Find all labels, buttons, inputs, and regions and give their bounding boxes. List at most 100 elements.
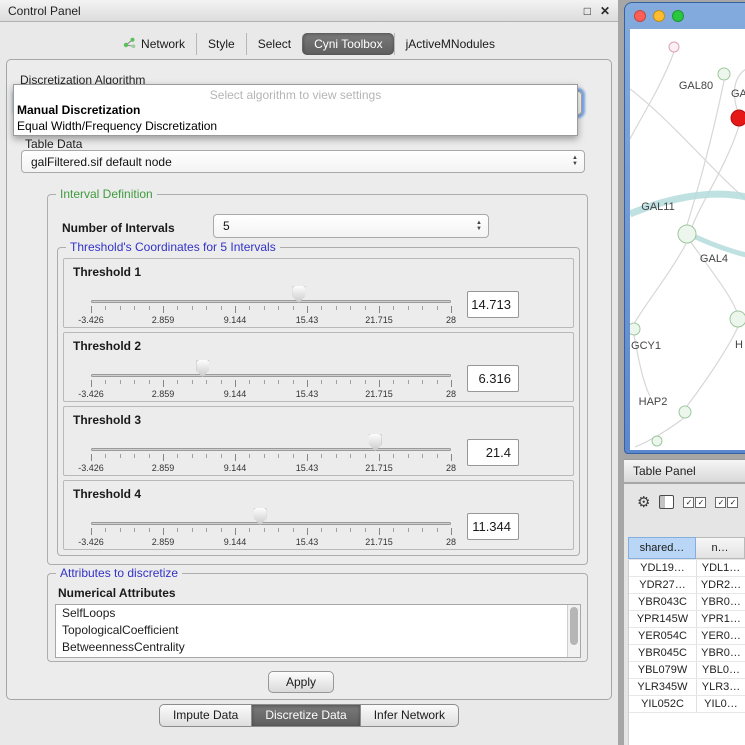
table-header-row: shared… n… — [628, 537, 745, 559]
cell-shared-name[interactable]: YPR145W — [629, 611, 697, 627]
node-label-partial: H — [735, 339, 743, 351]
node-label-gal4: GAL4 — [700, 253, 728, 265]
slider-thumb[interactable] — [292, 286, 305, 303]
top-tab-label: jActiveMNodules — [406, 37, 495, 51]
network-graph[interactable]: GAL80 GAL11 GAL4 GCY1 HAP2 GA H — [630, 29, 745, 450]
table-panel-header: Table Panel — [624, 459, 745, 483]
node-red-selected[interactable] — [731, 110, 745, 126]
column-header-name[interactable]: n… — [696, 537, 745, 559]
threshold-value-field[interactable]: 11.344 — [467, 513, 519, 540]
cell-shared-name[interactable]: YBR043C — [629, 594, 697, 610]
gear-icon[interactable]: ⚙ — [637, 495, 650, 510]
deselect-all-icon[interactable]: ✓ ✓ — [715, 497, 738, 508]
column-header-shared-name[interactable]: shared… — [628, 537, 696, 559]
cell-shared-name[interactable]: YBR045C — [629, 645, 697, 661]
slider-thumb[interactable] — [196, 360, 209, 377]
top-tab[interactable]: Cyni Toolbox — [302, 33, 393, 55]
threshold-value-field[interactable]: 6.316 — [467, 365, 519, 392]
minimize-traffic-light[interactable] — [653, 10, 665, 22]
apply-button[interactable]: Apply — [268, 671, 334, 693]
table-data-combobox[interactable]: galFiltered.sif default node ▲▼ — [21, 150, 585, 173]
attributes-group-title: Attributes to discretize — [56, 566, 182, 580]
minimize-icon[interactable]: □ — [584, 5, 591, 17]
cell-name[interactable]: YBR0… — [697, 645, 745, 661]
slider[interactable] — [91, 434, 451, 452]
table-row[interactable]: YLR345W YLR3… — [629, 679, 745, 696]
node[interactable] — [678, 225, 696, 243]
table-row[interactable]: YBR043C YBR0… — [629, 594, 745, 611]
threshold-panel: Threshold 1 -3.4262.8599.14415.4321.7152… — [63, 258, 574, 328]
cell-name[interactable]: YDR2… — [697, 577, 745, 593]
number-of-intervals-value: 5 — [223, 219, 230, 233]
numerical-attributes-list: SelfLoops TopologicalCoefficient Between… — [55, 604, 581, 658]
slider-thumb[interactable] — [369, 434, 382, 451]
network-window-titlebar[interactable] — [625, 3, 745, 29]
top-tab-label: Network — [141, 37, 185, 51]
algorithm-option[interactable]: Equal Width/Frequency Discretization — [17, 118, 574, 134]
cell-shared-name[interactable]: YDR27… — [629, 577, 697, 593]
table-row[interactable]: YER054C YER0… — [629, 628, 745, 645]
table-row[interactable]: YPR145W YPR1… — [629, 611, 745, 628]
cell-shared-name[interactable]: YIL052C — [629, 696, 697, 712]
algorithm-placeholder-option[interactable]: Select algorithm to view settings — [14, 88, 577, 102]
cell-name[interactable]: YDL1… — [697, 560, 745, 576]
table-row[interactable]: YBL079W YBL0… — [629, 662, 745, 679]
node[interactable] — [730, 311, 745, 327]
cell-shared-name[interactable]: YBL079W — [629, 662, 697, 678]
table-row[interactable]: YBR045C YBR0… — [629, 645, 745, 662]
cell-shared-name[interactable]: YER054C — [629, 628, 697, 644]
zoom-traffic-light[interactable] — [672, 10, 684, 22]
cell-name[interactable]: YPR1… — [697, 611, 745, 627]
number-of-intervals-combobox[interactable]: 5 ▲▼ — [213, 214, 489, 238]
list-scrollbar[interactable] — [567, 605, 580, 657]
attribute-list-item[interactable]: SelfLoops — [56, 605, 580, 622]
select-all-icon[interactable]: ✓ ✓ — [683, 497, 706, 508]
table-row[interactable]: YIL052C YIL0… — [629, 696, 745, 713]
slider-thumb[interactable] — [254, 508, 267, 525]
cell-name[interactable]: YER0… — [697, 628, 745, 644]
top-tab[interactable]: Style — [196, 33, 246, 55]
cell-name[interactable]: YLR3… — [697, 679, 745, 695]
slider[interactable] — [91, 360, 451, 378]
cell-name[interactable]: YBL0… — [697, 662, 745, 678]
cell-shared-name[interactable]: YDL19… — [629, 560, 697, 576]
attribute-list-item[interactable]: TopologicalCoefficient — [56, 622, 580, 639]
node[interactable] — [652, 436, 662, 446]
top-tab[interactable]: jActiveMNodules — [394, 33, 506, 55]
slider[interactable] — [91, 286, 451, 304]
table-row[interactable]: YDR27… YDR2… — [629, 577, 745, 594]
node-labels: GAL80 GAL11 GAL4 GCY1 HAP2 GA H — [631, 80, 745, 408]
node-label-gcy1: GCY1 — [631, 340, 661, 352]
node[interactable] — [718, 68, 730, 80]
bottom-tab[interactable]: Discretize Data — [251, 704, 360, 727]
interval-definition-title: Interval Definition — [56, 187, 157, 201]
slider-scale-labels: -3.4262.8599.14415.4321.71528 — [91, 537, 451, 547]
node[interactable] — [630, 323, 640, 335]
top-tab[interactable]: Network — [112, 33, 196, 56]
cell-name[interactable]: YBR0… — [697, 594, 745, 610]
table-row[interactable]: YDL19… YDL1… — [629, 560, 745, 577]
cell-shared-name[interactable]: YLR345W — [629, 679, 697, 695]
combo-stepper-icon: ▲▼ — [476, 215, 482, 237]
table-rows: YDL19… YDL1… YDR27… YDR2… YBR043C YBR0… … — [628, 560, 745, 745]
algorithm-option[interactable]: Manual Discretization — [17, 102, 574, 118]
node[interactable] — [679, 406, 691, 418]
control-panel: Control Panel □ ✕ Network — [0, 0, 618, 745]
bottom-tab[interactable]: Infer Network — [360, 704, 459, 727]
network-canvas[interactable]: GAL80 GAL11 GAL4 GCY1 HAP2 GA H — [630, 29, 745, 450]
threshold-value-field[interactable]: 21.4 — [467, 439, 519, 466]
close-traffic-light[interactable] — [634, 10, 646, 22]
column-manager-icon[interactable] — [659, 495, 674, 509]
algorithm-options-list: Manual Discretization Equal Width/Freque… — [17, 102, 574, 134]
slider[interactable] — [91, 508, 451, 526]
slider-scale-labels: -3.4262.8599.14415.4321.71528 — [91, 463, 451, 473]
attribute-list-item[interactable]: BetweennessCentrality — [56, 639, 580, 656]
close-icon[interactable]: ✕ — [600, 5, 610, 17]
bottom-tab[interactable]: Impute Data — [159, 704, 252, 727]
threshold-value-field[interactable]: 14.713 — [467, 291, 519, 318]
top-tab[interactable]: Select — [246, 33, 302, 55]
cell-name[interactable]: YIL0… — [697, 696, 745, 712]
slider-scale-labels: -3.4262.8599.14415.4321.71528 — [91, 389, 451, 399]
node-pink[interactable] — [669, 42, 679, 52]
scrollbar-thumb[interactable] — [570, 607, 578, 645]
